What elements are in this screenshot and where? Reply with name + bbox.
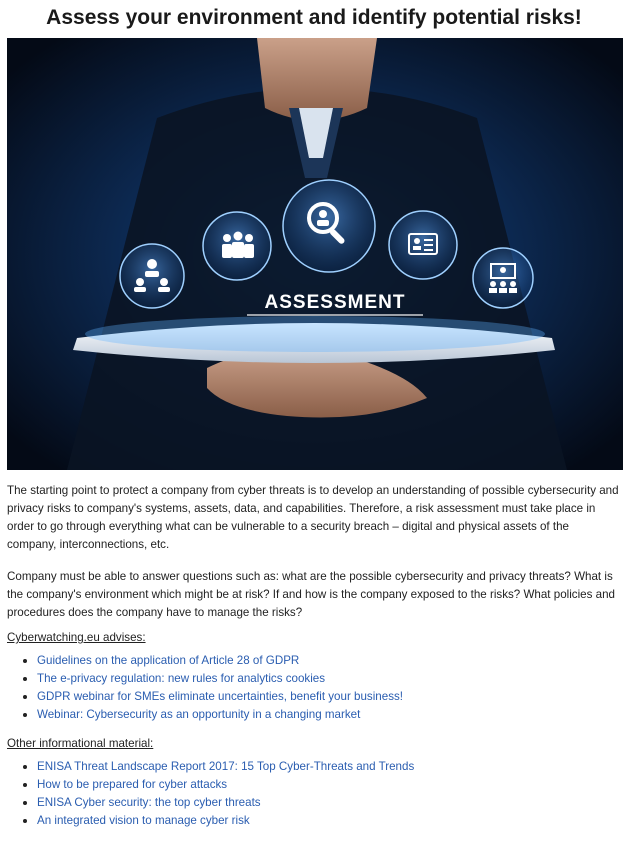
hero-label: ASSESSMENT xyxy=(265,292,406,313)
list-item-link[interactable]: ENISA Threat Landscape Report 2017: 15 T… xyxy=(23,758,621,776)
assessment-hero-image: ASSESSMENT xyxy=(7,38,623,470)
section-title: Assess your environment and identify pot… xyxy=(46,6,582,29)
other-material-label: Other informational material: xyxy=(7,737,154,750)
other-material-list: ENISA Threat Landscape Report 2017: 15 T… xyxy=(7,758,621,830)
advises-label: Cyberwatching.eu advises: xyxy=(7,631,146,644)
list-item-link[interactable]: Webinar: Cybersecurity as an opportunity… xyxy=(23,706,621,724)
list-item-link[interactable]: Guidelines on the application of Article… xyxy=(23,652,621,670)
newsletter-section: Assess your environment and identify pot… xyxy=(0,0,628,830)
advises-list: Guidelines on the application of Article… xyxy=(7,652,621,724)
list-item-link[interactable]: ENISA Cyber security: the top cyber thre… xyxy=(23,794,621,812)
intro-paragraph: The starting point to protect a company … xyxy=(7,484,619,551)
list-item-link[interactable]: An integrated vision to manage cyber ris… xyxy=(23,812,621,830)
list-item-link[interactable]: GDPR webinar for SMEs eliminate uncertai… xyxy=(23,688,621,706)
list-item-link[interactable]: How to be prepared for cyber attacks xyxy=(23,776,621,794)
questions-paragraph: Company must be able to answer questions… xyxy=(7,570,615,619)
list-item-link[interactable]: The e-privacy regulation: new rules for … xyxy=(23,670,621,688)
